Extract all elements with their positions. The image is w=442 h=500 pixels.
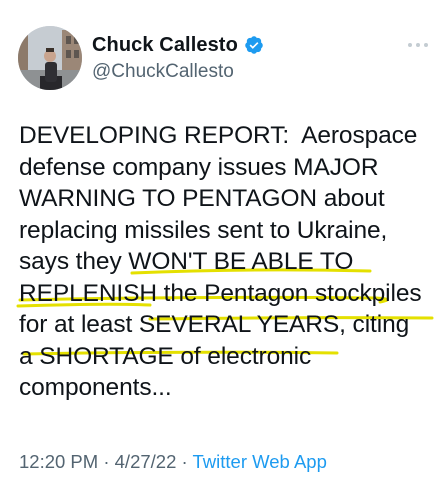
- tweet-line: replacing missiles sent to Ukraine,: [19, 216, 388, 244]
- tweet-line: for at least SEVERAL YEARS, citing: [19, 311, 410, 338]
- avatar[interactable]: [18, 26, 82, 90]
- tweet-date[interactable]: 4/27/22: [115, 451, 177, 472]
- meta-separator: ·: [181, 451, 188, 472]
- tweet-line: defense company issues MAJOR: [19, 153, 379, 181]
- tweet-card: Chuck Callesto @ChuckCallesto DEVELOPING…: [0, 0, 442, 500]
- tweet-source-link[interactable]: Twitter Web App: [193, 451, 327, 472]
- user-handle[interactable]: @ChuckCallesto: [92, 61, 234, 83]
- author-row: Chuck Callesto: [92, 31, 264, 59]
- tweet-line: WARNING TO PENTAGON about: [19, 185, 385, 212]
- tweet-line: REPLENISH the Pentagon stockpiles: [19, 279, 422, 307]
- tweet-line: a SHORTAGE of electronic: [19, 342, 312, 370]
- tweet-metadata: 12:20 PM · 4/27/22 · Twitter Web App: [19, 451, 327, 473]
- tweet-time[interactable]: 12:20 PM: [19, 451, 98, 472]
- more-options-icon[interactable]: [406, 38, 430, 50]
- tweet-line: says they WON'T BE ABLE TO: [19, 248, 354, 275]
- meta-separator: ·: [103, 451, 110, 472]
- tweet-line: DEVELOPING REPORT: Aerospace: [19, 122, 418, 149]
- verified-badge-icon: [244, 35, 264, 55]
- display-name[interactable]: Chuck Callesto: [92, 34, 238, 57]
- tweet-line: components...: [19, 374, 172, 401]
- avatar-photo-icon: [18, 26, 82, 90]
- tweet-text: DEVELOPING REPORT: Aerospace defense comp…: [19, 120, 439, 404]
